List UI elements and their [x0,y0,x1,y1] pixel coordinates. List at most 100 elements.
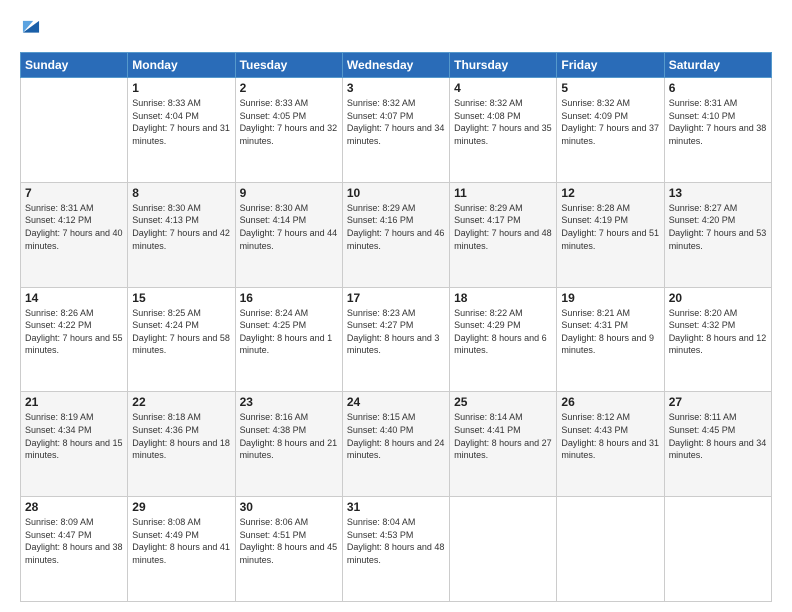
day-number: 27 [669,395,767,409]
day-number: 10 [347,186,445,200]
weekday-header-friday: Friday [557,53,664,78]
day-info: Sunrise: 8:32 AMSunset: 4:08 PMDaylight:… [454,97,552,147]
day-info: Sunrise: 8:08 AMSunset: 4:49 PMDaylight:… [132,516,230,566]
weekday-header-row: SundayMondayTuesdayWednesdayThursdayFrid… [21,53,772,78]
calendar-cell: 5 Sunrise: 8:32 AMSunset: 4:09 PMDayligh… [557,78,664,183]
day-number: 1 [132,81,230,95]
calendar-cell: 23 Sunrise: 8:16 AMSunset: 4:38 PMDaylig… [235,392,342,497]
day-number: 21 [25,395,123,409]
day-number: 12 [561,186,659,200]
calendar-cell [21,78,128,183]
day-info: Sunrise: 8:29 AMSunset: 4:16 PMDaylight:… [347,202,445,252]
calendar-cell: 18 Sunrise: 8:22 AMSunset: 4:29 PMDaylig… [450,287,557,392]
day-info: Sunrise: 8:27 AMSunset: 4:20 PMDaylight:… [669,202,767,252]
day-info: Sunrise: 8:31 AMSunset: 4:12 PMDaylight:… [25,202,123,252]
day-info: Sunrise: 8:20 AMSunset: 4:32 PMDaylight:… [669,307,767,357]
calendar-cell: 15 Sunrise: 8:25 AMSunset: 4:24 PMDaylig… [128,287,235,392]
day-number: 28 [25,500,123,514]
page: SundayMondayTuesdayWednesdayThursdayFrid… [0,0,792,612]
calendar-cell: 21 Sunrise: 8:19 AMSunset: 4:34 PMDaylig… [21,392,128,497]
day-number: 16 [240,291,338,305]
calendar-cell: 10 Sunrise: 8:29 AMSunset: 4:16 PMDaylig… [342,182,449,287]
day-info: Sunrise: 8:14 AMSunset: 4:41 PMDaylight:… [454,411,552,461]
day-info: Sunrise: 8:15 AMSunset: 4:40 PMDaylight:… [347,411,445,461]
calendar-cell: 25 Sunrise: 8:14 AMSunset: 4:41 PMDaylig… [450,392,557,497]
day-number: 2 [240,81,338,95]
calendar-cell: 6 Sunrise: 8:31 AMSunset: 4:10 PMDayligh… [664,78,771,183]
day-number: 9 [240,186,338,200]
weekday-header-monday: Monday [128,53,235,78]
calendar-cell: 22 Sunrise: 8:18 AMSunset: 4:36 PMDaylig… [128,392,235,497]
calendar-cell: 26 Sunrise: 8:12 AMSunset: 4:43 PMDaylig… [557,392,664,497]
day-info: Sunrise: 8:23 AMSunset: 4:27 PMDaylight:… [347,307,445,357]
calendar-cell: 17 Sunrise: 8:23 AMSunset: 4:27 PMDaylig… [342,287,449,392]
day-number: 4 [454,81,552,95]
day-info: Sunrise: 8:18 AMSunset: 4:36 PMDaylight:… [132,411,230,461]
day-number: 25 [454,395,552,409]
week-row-4: 21 Sunrise: 8:19 AMSunset: 4:34 PMDaylig… [21,392,772,497]
day-info: Sunrise: 8:21 AMSunset: 4:31 PMDaylight:… [561,307,659,357]
day-info: Sunrise: 8:16 AMSunset: 4:38 PMDaylight:… [240,411,338,461]
weekday-header-wednesday: Wednesday [342,53,449,78]
day-info: Sunrise: 8:26 AMSunset: 4:22 PMDaylight:… [25,307,123,357]
day-number: 6 [669,81,767,95]
calendar-table: SundayMondayTuesdayWednesdayThursdayFrid… [20,52,772,602]
calendar-cell: 28 Sunrise: 8:09 AMSunset: 4:47 PMDaylig… [21,497,128,602]
calendar-cell: 19 Sunrise: 8:21 AMSunset: 4:31 PMDaylig… [557,287,664,392]
logo-icon [20,15,42,37]
day-info: Sunrise: 8:25 AMSunset: 4:24 PMDaylight:… [132,307,230,357]
day-number: 20 [669,291,767,305]
calendar-cell: 30 Sunrise: 8:06 AMSunset: 4:51 PMDaylig… [235,497,342,602]
day-number: 31 [347,500,445,514]
day-number: 29 [132,500,230,514]
day-info: Sunrise: 8:04 AMSunset: 4:53 PMDaylight:… [347,516,445,566]
logo [20,15,42,44]
calendar-cell: 3 Sunrise: 8:32 AMSunset: 4:07 PMDayligh… [342,78,449,183]
calendar-cell: 8 Sunrise: 8:30 AMSunset: 4:13 PMDayligh… [128,182,235,287]
day-number: 24 [347,395,445,409]
day-info: Sunrise: 8:11 AMSunset: 4:45 PMDaylight:… [669,411,767,461]
weekday-header-tuesday: Tuesday [235,53,342,78]
day-info: Sunrise: 8:28 AMSunset: 4:19 PMDaylight:… [561,202,659,252]
day-number: 11 [454,186,552,200]
calendar-cell [557,497,664,602]
calendar-cell: 1 Sunrise: 8:33 AMSunset: 4:04 PMDayligh… [128,78,235,183]
calendar-cell: 29 Sunrise: 8:08 AMSunset: 4:49 PMDaylig… [128,497,235,602]
day-number: 14 [25,291,123,305]
week-row-2: 7 Sunrise: 8:31 AMSunset: 4:12 PMDayligh… [21,182,772,287]
header [20,15,772,44]
calendar-cell: 7 Sunrise: 8:31 AMSunset: 4:12 PMDayligh… [21,182,128,287]
calendar-cell: 9 Sunrise: 8:30 AMSunset: 4:14 PMDayligh… [235,182,342,287]
week-row-1: 1 Sunrise: 8:33 AMSunset: 4:04 PMDayligh… [21,78,772,183]
day-number: 17 [347,291,445,305]
week-row-5: 28 Sunrise: 8:09 AMSunset: 4:47 PMDaylig… [21,497,772,602]
day-number: 18 [454,291,552,305]
day-number: 5 [561,81,659,95]
calendar-cell: 20 Sunrise: 8:20 AMSunset: 4:32 PMDaylig… [664,287,771,392]
day-info: Sunrise: 8:30 AMSunset: 4:13 PMDaylight:… [132,202,230,252]
calendar-cell: 16 Sunrise: 8:24 AMSunset: 4:25 PMDaylig… [235,287,342,392]
calendar-cell: 4 Sunrise: 8:32 AMSunset: 4:08 PMDayligh… [450,78,557,183]
calendar-cell [450,497,557,602]
calendar-cell: 27 Sunrise: 8:11 AMSunset: 4:45 PMDaylig… [664,392,771,497]
calendar-cell: 31 Sunrise: 8:04 AMSunset: 4:53 PMDaylig… [342,497,449,602]
calendar-cell: 12 Sunrise: 8:28 AMSunset: 4:19 PMDaylig… [557,182,664,287]
calendar-cell: 2 Sunrise: 8:33 AMSunset: 4:05 PMDayligh… [235,78,342,183]
day-number: 13 [669,186,767,200]
day-info: Sunrise: 8:06 AMSunset: 4:51 PMDaylight:… [240,516,338,566]
day-number: 30 [240,500,338,514]
day-info: Sunrise: 8:19 AMSunset: 4:34 PMDaylight:… [25,411,123,461]
day-info: Sunrise: 8:24 AMSunset: 4:25 PMDaylight:… [240,307,338,357]
calendar-cell [664,497,771,602]
day-number: 8 [132,186,230,200]
day-info: Sunrise: 8:33 AMSunset: 4:04 PMDaylight:… [132,97,230,147]
day-info: Sunrise: 8:31 AMSunset: 4:10 PMDaylight:… [669,97,767,147]
calendar-cell: 24 Sunrise: 8:15 AMSunset: 4:40 PMDaylig… [342,392,449,497]
weekday-header-sunday: Sunday [21,53,128,78]
weekday-header-saturday: Saturday [664,53,771,78]
week-row-3: 14 Sunrise: 8:26 AMSunset: 4:22 PMDaylig… [21,287,772,392]
weekday-header-thursday: Thursday [450,53,557,78]
day-info: Sunrise: 8:33 AMSunset: 4:05 PMDaylight:… [240,97,338,147]
calendar-cell: 11 Sunrise: 8:29 AMSunset: 4:17 PMDaylig… [450,182,557,287]
day-info: Sunrise: 8:29 AMSunset: 4:17 PMDaylight:… [454,202,552,252]
